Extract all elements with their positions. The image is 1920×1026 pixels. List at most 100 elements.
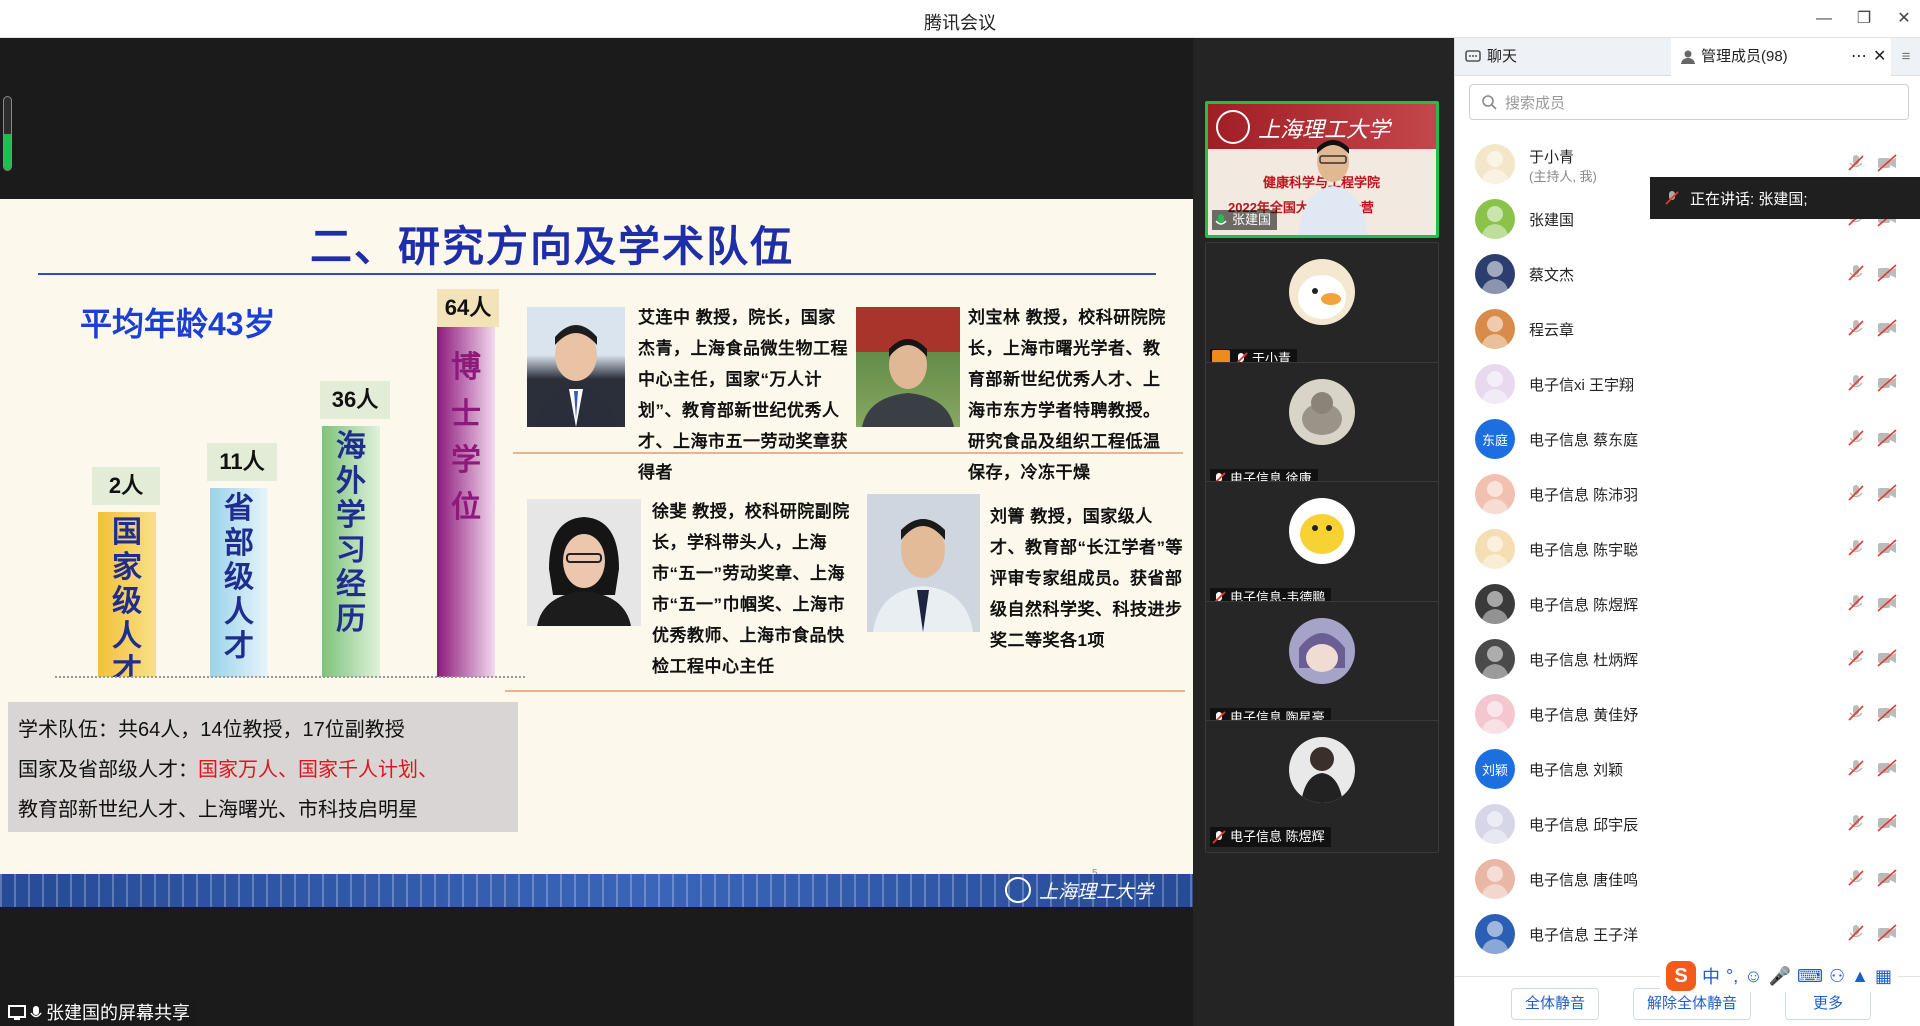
avatar: 东庭 bbox=[1475, 419, 1515, 459]
video-tile[interactable]: 电子信息 陶星豪 bbox=[1205, 601, 1439, 734]
microphone-muted-icon[interactable] bbox=[1847, 374, 1865, 392]
bar-text: 省部级人才 bbox=[224, 492, 254, 663]
title-bar: 腾讯会议 — ❐ ✕ bbox=[0, 0, 1920, 38]
member-row[interactable]: 电子信息 陈沛羽 bbox=[1455, 466, 1920, 521]
chart-baseline bbox=[55, 676, 525, 678]
microphone-muted-icon[interactable] bbox=[1847, 429, 1865, 447]
camera-off-icon[interactable] bbox=[1877, 869, 1897, 887]
window-title: 腾讯会议 bbox=[924, 13, 996, 33]
member-row[interactable]: 电子信息 王子洋 bbox=[1455, 906, 1920, 961]
microphone-muted-icon[interactable] bbox=[1847, 319, 1865, 337]
profile-divider-2 bbox=[505, 690, 1185, 692]
camera-off-icon[interactable] bbox=[1877, 924, 1897, 942]
presentation-slide: 二、研究方向及学术队伍 平均年龄43岁 2人 国家级人才 11人 省部级人才 3… bbox=[0, 199, 1193, 907]
microphone-muted-icon[interactable] bbox=[1847, 539, 1865, 557]
tab-chat-label: 聊天 bbox=[1487, 48, 1518, 65]
camera-off-icon[interactable] bbox=[1877, 484, 1897, 502]
video-tile-speaker[interactable]: 上海理工大学 健康科学与工程学院 2022年全国大学生夏令营 张建国 bbox=[1205, 101, 1439, 238]
camera-off-icon[interactable] bbox=[1877, 814, 1897, 832]
emoji-icon[interactable]: ☺ bbox=[1744, 966, 1762, 987]
avatar-initials: 东庭 bbox=[1481, 432, 1508, 448]
member-row[interactable]: 电子信息 陈煜辉 bbox=[1455, 576, 1920, 631]
tab-members[interactable]: 管理成员(98) ⋯ ✕ bbox=[1671, 38, 1891, 76]
skin-icon[interactable]: ▲ bbox=[1851, 966, 1869, 987]
microphone-muted-icon[interactable] bbox=[1847, 869, 1865, 887]
user-settings-icon[interactable]: ⚇ bbox=[1829, 966, 1845, 987]
member-row[interactable]: 电子信息 杜炳辉 bbox=[1455, 631, 1920, 686]
member-row[interactable]: 电子信xi 王宇翔 bbox=[1455, 356, 1920, 411]
input-method-toolbar[interactable]: S 中 °, ☺ 🎤 ⌨ ⚇ ▲ ▦ bbox=[1660, 960, 1898, 992]
member-row[interactable]: 电子信息 邱宇辰 bbox=[1455, 796, 1920, 851]
summary-line-2-prefix: 国家及省部级人才： bbox=[18, 759, 198, 781]
more-options-icon[interactable]: ⋯ bbox=[1851, 38, 1867, 76]
video-tile[interactable]: 于小青 bbox=[1205, 242, 1439, 375]
close-icon[interactable]: ✕ bbox=[1890, 6, 1918, 32]
restore-icon[interactable]: ❐ bbox=[1850, 6, 1878, 32]
more-button[interactable]: 更多 bbox=[1785, 988, 1871, 1020]
toolbox-icon[interactable]: ▦ bbox=[1875, 966, 1892, 987]
microphone-muted-icon[interactable] bbox=[1847, 484, 1865, 502]
member-row[interactable]: 电子信息 陈宇聪 bbox=[1455, 521, 1920, 576]
university-logo-text: 上海理工大学 bbox=[1038, 880, 1153, 903]
camera-off-icon[interactable] bbox=[1877, 704, 1897, 722]
volume-level bbox=[4, 133, 11, 170]
camera-off-icon[interactable] bbox=[1877, 594, 1897, 612]
photo-ai-lianzhong bbox=[527, 307, 625, 427]
camera-off-icon[interactable] bbox=[1877, 759, 1897, 777]
microphone-muted-icon[interactable] bbox=[1847, 594, 1865, 612]
title-underline bbox=[38, 273, 1156, 275]
keyboard-icon[interactable]: ⌨ bbox=[1797, 966, 1823, 987]
video-tile[interactable]: 电子信息-韦德鹏 bbox=[1205, 481, 1439, 614]
volume-meter bbox=[3, 96, 12, 171]
minimize-icon[interactable]: — bbox=[1810, 6, 1838, 32]
camera-off-icon[interactable] bbox=[1877, 264, 1897, 282]
member-row[interactable]: 刘颖 电子信息 刘颖 bbox=[1455, 741, 1920, 796]
tab-chat[interactable]: 聊天 bbox=[1455, 38, 1671, 76]
voice-input-icon[interactable]: 🎤 bbox=[1769, 966, 1791, 987]
microphone-muted-icon bbox=[1665, 191, 1679, 205]
microphone-muted-icon[interactable] bbox=[1847, 649, 1865, 667]
microphone-muted-icon[interactable] bbox=[1847, 814, 1865, 832]
member-row[interactable]: 电子信息 唐佳鸣 bbox=[1455, 851, 1920, 906]
close-panel-icon[interactable]: ✕ bbox=[1873, 38, 1886, 76]
microphone-muted-icon[interactable] bbox=[1847, 264, 1865, 282]
avatar bbox=[1475, 474, 1515, 514]
tencent-meeting-window: 腾讯会议 — ❐ ✕ 二、研究方向及学术队伍 平均年龄43岁 2人 国家级人才 … bbox=[0, 0, 1920, 1026]
photo-liu-baolin bbox=[856, 307, 960, 427]
mute-all-button[interactable]: 全体静音 bbox=[1511, 988, 1599, 1020]
panel-menu-icon[interactable]: ≡ bbox=[1891, 38, 1920, 76]
camera-off-icon[interactable] bbox=[1877, 539, 1897, 557]
bar-text: 博士学位 bbox=[451, 351, 481, 524]
member-name: 电子信息 蔡东庭 bbox=[1529, 432, 1639, 449]
avatar-cartoon-icon bbox=[1289, 497, 1355, 564]
portrait-icon bbox=[535, 325, 617, 427]
punctuation-icon[interactable]: °, bbox=[1726, 966, 1738, 987]
screen-share-indicator[interactable]: 张建国的屏幕共享 bbox=[0, 1000, 198, 1026]
speaking-indicator: 正在讲话: 张建国; bbox=[1650, 177, 1920, 219]
unmute-all-button[interactable]: 解除全体静音 bbox=[1633, 988, 1751, 1020]
microphone-muted-icon[interactable] bbox=[1847, 154, 1865, 172]
camera-off-icon[interactable] bbox=[1877, 374, 1897, 392]
profile-3-text: 徐斐 教授，校科研院副院长，学科带头人，上海市“五一”劳动奖章、上海市“五一”巾… bbox=[652, 502, 850, 676]
bar-text: 国家级人才 bbox=[112, 516, 142, 677]
camera-off-icon[interactable] bbox=[1877, 319, 1897, 337]
avatar bbox=[1475, 639, 1515, 679]
member-row[interactable]: 蔡文杰 bbox=[1455, 246, 1920, 301]
camera-off-icon[interactable] bbox=[1877, 649, 1897, 667]
microphone-muted-icon[interactable] bbox=[1847, 924, 1865, 942]
avatar bbox=[1475, 309, 1515, 349]
speaking-text: 正在讲话: 张建国; bbox=[1690, 190, 1808, 208]
microphone-muted-icon[interactable] bbox=[1847, 759, 1865, 777]
camera-off-icon[interactable] bbox=[1877, 154, 1897, 172]
member-row[interactable]: 电子信息 黄佳妤 bbox=[1455, 686, 1920, 741]
bar-phd-degree: 博士学位 bbox=[437, 327, 495, 677]
microphone-muted-icon[interactable] bbox=[1847, 704, 1865, 722]
camera-off-icon[interactable] bbox=[1877, 429, 1897, 447]
slide-title: 二、研究方向及学术队伍 bbox=[310, 223, 795, 270]
video-tile[interactable]: 电子信息 陈煜辉 bbox=[1205, 720, 1439, 853]
search-members-input[interactable]: 搜索成员 bbox=[1469, 84, 1909, 120]
video-tile[interactable]: 电子信息 徐康 bbox=[1205, 362, 1439, 495]
member-row[interactable]: 程云章 bbox=[1455, 301, 1920, 356]
member-name: 电子信息 黄佳妤 bbox=[1529, 707, 1639, 724]
member-row[interactable]: 东庭 电子信息 蔡东庭 bbox=[1455, 411, 1920, 466]
